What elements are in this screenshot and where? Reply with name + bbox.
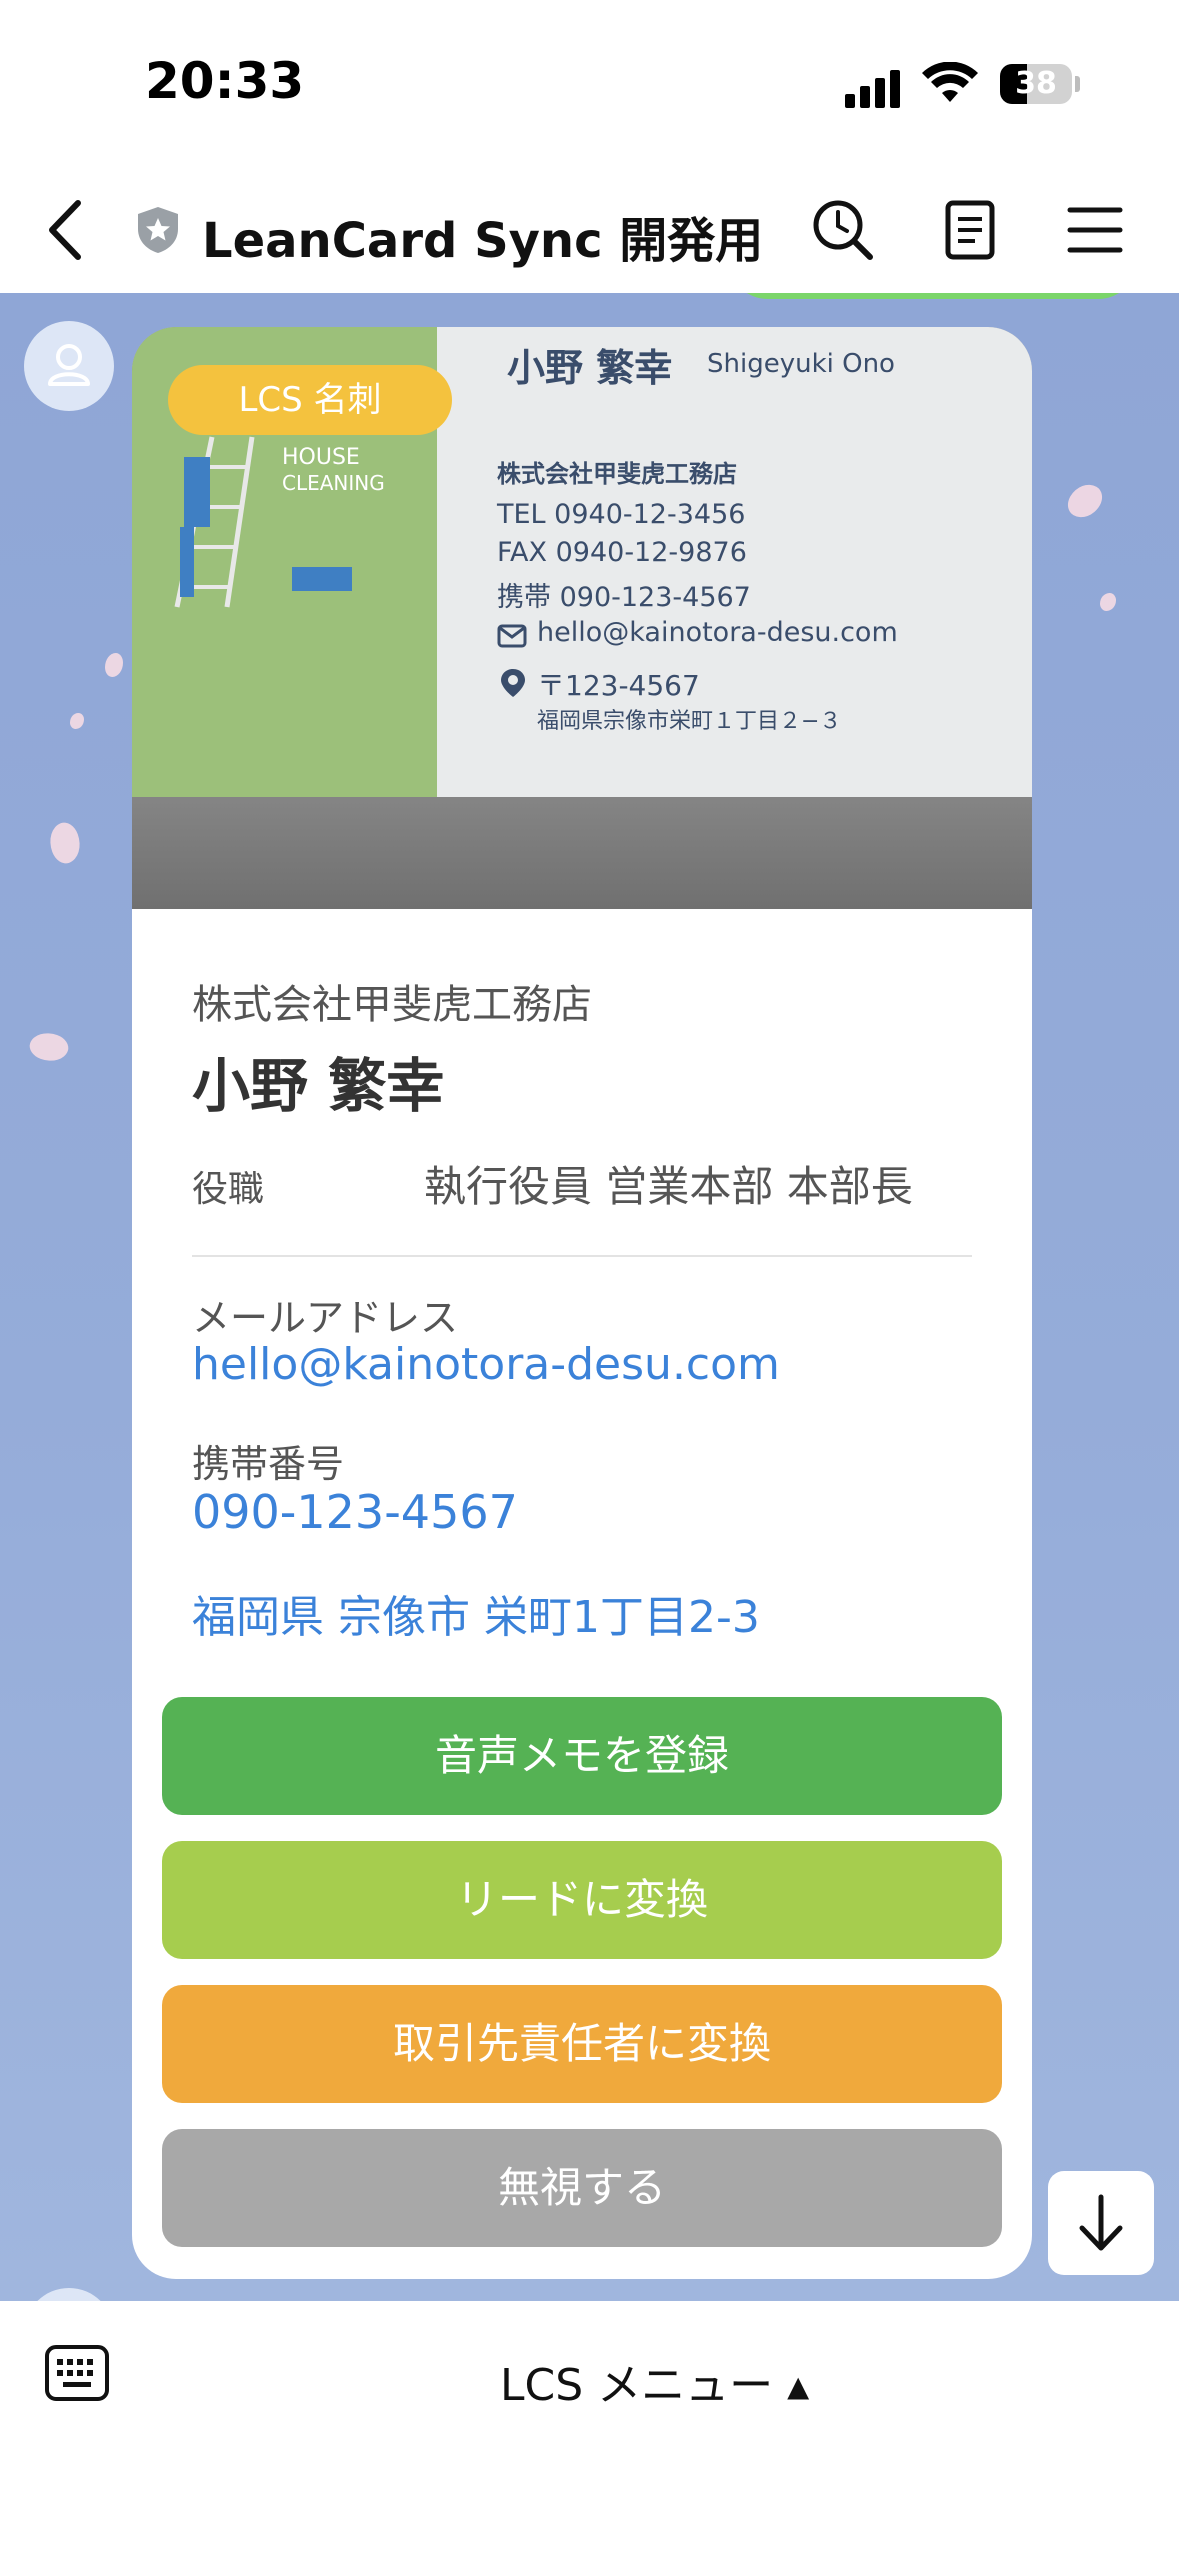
petal-decoration xyxy=(1100,593,1116,611)
mobile-label: 携帯番号 xyxy=(192,1442,345,1486)
search-clock-icon[interactable] xyxy=(808,195,878,265)
wifi-icon xyxy=(922,62,978,102)
arrow-down-icon xyxy=(1079,2194,1123,2251)
lcs-badge: LCS 名刺 xyxy=(168,365,452,435)
petal-decoration xyxy=(70,713,84,729)
role-value: 執行役員 営業本部 本部長 xyxy=(424,1162,913,1211)
notes-icon[interactable] xyxy=(935,195,1005,265)
email-link[interactable]: hello@kainotora-desu.com xyxy=(192,1339,780,1390)
convert-to-contact-button[interactable]: 取引先責任者に変換 xyxy=(162,1985,1002,2103)
email-label: メールアドレス xyxy=(192,1296,459,1340)
scroll-to-bottom-button[interactable] xyxy=(1048,2171,1154,2275)
bot-avatar[interactable] xyxy=(24,2288,114,2301)
business-card-photo[interactable]: HOUSE CLEANING 小野 繁幸 Shigeyuki Ono 株式会社甲… xyxy=(132,327,1032,909)
petal-decoration xyxy=(44,819,86,867)
photo-mobile: 携帯 090-123-4567 xyxy=(497,582,751,613)
photo-cleaning-text: CLEANING xyxy=(282,471,385,495)
photo-company: 株式会社甲斐虎工務店 xyxy=(497,460,737,488)
contact-name: 小野 繁幸 xyxy=(192,1052,445,1120)
petal-decoration xyxy=(26,1027,72,1067)
ignore-button[interactable]: 無視する xyxy=(162,2129,1002,2247)
mail-icon xyxy=(497,624,527,648)
previous-message-bubble xyxy=(728,293,1138,299)
convert-to-lead-button[interactable]: リードに変換 xyxy=(162,1841,1002,1959)
voice-memo-button[interactable]: 音声メモを登録 xyxy=(162,1697,1002,1815)
petal-decoration xyxy=(105,653,123,677)
chat-area[interactable]: HOUSE CLEANING 小野 繁幸 Shigeyuki Ono 株式会社甲… xyxy=(0,293,1179,2301)
battery-percent: 38 xyxy=(1015,66,1057,101)
status-bar: 20:33 38 xyxy=(0,0,1179,165)
photo-name-jp: 小野 繁幸 xyxy=(507,346,673,390)
role-label: 役職 xyxy=(192,1169,265,1210)
card-paper: 小野 繁幸 Shigeyuki Ono 株式会社甲斐虎工務店 TEL 0940-… xyxy=(437,327,1032,797)
battery-icon: 38 xyxy=(1000,64,1072,104)
address-link[interactable]: 福岡県 宗像市 栄町1丁目2-3 xyxy=(192,1581,760,1645)
mobile-link[interactable]: 090-123-4567 xyxy=(192,1485,518,1539)
company-name: 株式会社甲斐虎工務店 xyxy=(192,982,592,1028)
battery-tip xyxy=(1075,76,1080,92)
shield-icon xyxy=(138,207,178,253)
photo-house-text: HOUSE xyxy=(282,445,360,470)
cellular-signal-icon xyxy=(845,70,905,108)
menu-icon[interactable] xyxy=(1060,195,1130,265)
status-time: 20:33 xyxy=(145,52,305,110)
photo-fax: FAX 0940-12-9876 xyxy=(497,537,747,568)
photo-address: 福岡県宗像市栄町１丁目２−３ xyxy=(537,709,842,734)
rich-menu-toggle[interactable]: LCS メニュー ▴ xyxy=(500,2349,809,2413)
photo-name-en: Shigeyuki Ono xyxy=(707,349,895,379)
business-card-message: HOUSE CLEANING 小野 繁幸 Shigeyuki Ono 株式会社甲… xyxy=(132,327,1032,2279)
user-icon xyxy=(48,344,90,386)
bot-avatar[interactable] xyxy=(24,321,114,411)
keyboard-icon[interactable] xyxy=(44,2343,110,2403)
photo-email: hello@kainotora-desu.com xyxy=(537,617,898,648)
bottom-menu-bar: LCS メニュー ▴ xyxy=(0,2301,1179,2556)
chat-header: LeanCard Sync 開発用 xyxy=(0,165,1179,293)
back-arrow-icon[interactable] xyxy=(40,195,90,265)
location-pin-icon xyxy=(501,669,525,697)
chat-title: LeanCard Sync 開発用 xyxy=(202,213,764,269)
photo-postal: 〒123-4567 xyxy=(537,669,700,702)
photo-tel: TEL 0940-12-3456 xyxy=(497,499,746,530)
petal-decoration xyxy=(1063,477,1107,525)
divider xyxy=(192,1255,972,1257)
